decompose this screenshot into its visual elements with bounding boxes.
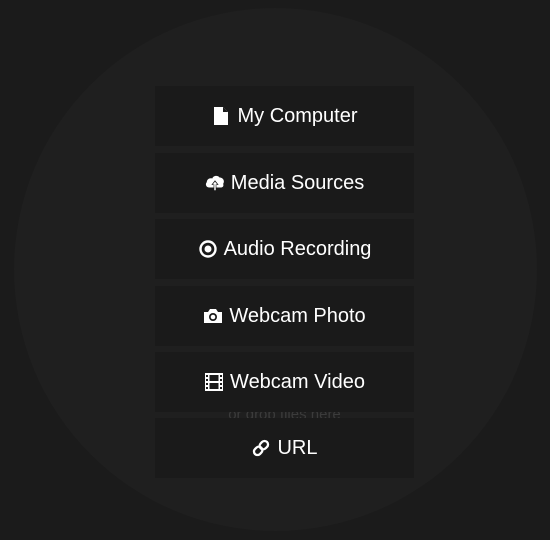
audio-recording-label: Audio Recording bbox=[223, 237, 372, 260]
my-computer-label: My Computer bbox=[237, 104, 358, 127]
camera-icon bbox=[203, 306, 223, 326]
record-icon bbox=[198, 239, 218, 259]
link-icon bbox=[251, 438, 271, 458]
file-icon bbox=[211, 106, 231, 126]
cloud-upload-icon bbox=[205, 173, 225, 193]
audio-recording-button[interactable]: Audio Recording bbox=[155, 219, 414, 279]
my-computer-button[interactable]: My Computer bbox=[155, 86, 414, 146]
url-label: URL bbox=[277, 436, 318, 459]
uploader-stage: or drop files here My Computer Media Sou… bbox=[0, 0, 553, 546]
upload-panel: or drop files here My Computer Media Sou… bbox=[0, 0, 550, 540]
media-sources-button[interactable]: Media Sources bbox=[155, 153, 414, 213]
webcam-photo-button[interactable]: Webcam Photo bbox=[155, 286, 414, 346]
film-icon bbox=[204, 372, 224, 392]
webcam-video-button[interactable]: Webcam Video bbox=[155, 352, 414, 412]
webcam-photo-label: Webcam Photo bbox=[229, 304, 366, 327]
url-button[interactable]: URL bbox=[155, 418, 414, 478]
webcam-video-label: Webcam Video bbox=[230, 370, 365, 393]
media-sources-label: Media Sources bbox=[230, 171, 365, 194]
